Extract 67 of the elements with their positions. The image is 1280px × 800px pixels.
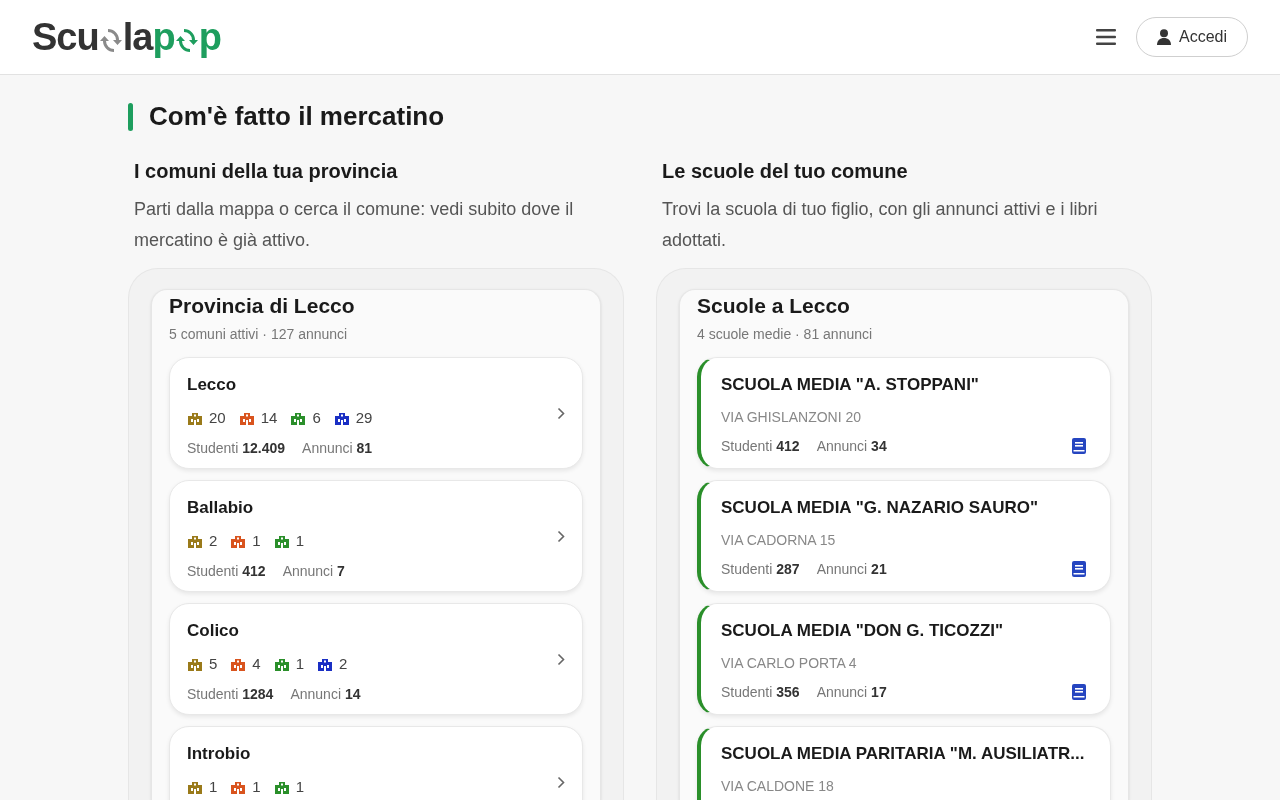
accent-bar [128, 102, 133, 131]
chevron-right-icon [557, 776, 565, 789]
panel-subtitle: 4 scuole medie · 81 annunci [697, 325, 874, 344]
students-stat: Studenti 412 [721, 436, 800, 456]
section-title: Com'è fatto il mercatino [149, 100, 445, 133]
book-icon [1072, 684, 1086, 700]
school-card[interactable]: SCUOLA MEDIA "DON G. TICOZZI" VIA CARLO PORTA 4 Studenti 356 Annunci 17 [697, 603, 1111, 715]
town-card[interactable]: Introbio 1 1 1 [169, 726, 583, 800]
panel-title: Scuole a Lecco [697, 293, 851, 319]
town-card[interactable]: Colico 5 4 1 2 Studenti 1284 Annunci 14 [169, 603, 583, 715]
town-card[interactable]: Lecco 20 14 6 29 Studenti 12.409 Annunci 81 [169, 357, 583, 469]
chevron-right-icon [557, 407, 565, 420]
logo[interactable]: Scu lap p [32, 18, 221, 56]
school-count: 1 [295, 530, 305, 551]
column-heading: Le scuole del tuo comune [661, 159, 909, 184]
town-card[interactable]: Ballabio 2 1 1 Studenti 412 Annunci 7 [169, 480, 583, 592]
school-name: SCUOLA MEDIA PARITARIA "M. AUSILIATR... [721, 743, 1086, 765]
school-count: 1 [252, 530, 261, 551]
ads-stat: Annunci 81 [302, 439, 373, 458]
user-icon [1156, 29, 1171, 45]
school-count: 6 [312, 407, 321, 428]
town-name: Colico [187, 620, 240, 642]
school-count: 14 [260, 407, 278, 428]
column-description: Parti dalla mappa o cerca il comune: vedi subito dove il mercatino è già attivo. [133, 198, 575, 252]
school-name: SCUOLA MEDIA "DON G. TICOZZI" [721, 620, 1005, 642]
school-card[interactable]: SCUOLA MEDIA "G. NAZARIO SAURO" VIA CADORNA 15 Studenti 287 Annunci 21 [697, 480, 1111, 592]
town-name: Introbio [187, 743, 252, 765]
school-address: VIA CADORNA 15 [721, 530, 837, 550]
school-count: 1 [295, 653, 305, 674]
students-stat: Studenti 1284 [187, 685, 274, 704]
school-name: SCUOLA MEDIA "G. NAZARIO SAURO" [721, 497, 1040, 519]
school-name: SCUOLA MEDIA "A. STOPPANI" [721, 374, 980, 396]
school-count: 5 [209, 653, 218, 674]
school-count: 1 [209, 776, 218, 797]
school-address: VIA CARLO PORTA 4 [721, 653, 858, 673]
students-stat: Studenti 287 [721, 559, 800, 579]
ads-stat: Annunci 7 [282, 562, 345, 581]
chevron-right-icon [557, 653, 565, 666]
students-stat: Studenti 412 [187, 562, 266, 581]
school-count: 4 [252, 653, 261, 674]
ads-stat: Annunci 21 [816, 559, 887, 579]
school-address: VIA CALDONE 18 [721, 776, 835, 796]
town-name: Ballabio [187, 497, 255, 519]
students-stat: Studenti 12.409 [187, 439, 286, 458]
ads-stat: Annunci 34 [816, 436, 887, 456]
ads-stat: Annunci 14 [290, 685, 361, 704]
column-heading: I comuni della tua provincia [133, 159, 399, 184]
school-count: 2 [209, 530, 218, 551]
chevron-right-icon [557, 530, 565, 543]
menu-icon[interactable] [1095, 29, 1116, 45]
panel-title: Provincia di Lecco [169, 293, 356, 319]
school-card[interactable]: SCUOLA MEDIA PARITARIA "M. AUSILIATR... VIA CALDONE 18 [697, 726, 1111, 800]
ads-stat: Annunci 17 [816, 682, 887, 702]
book-icon [1072, 438, 1086, 454]
login-button[interactable]: Accedi [1135, 17, 1248, 57]
school-count: 1 [295, 776, 305, 797]
school-card[interactable]: SCUOLA MEDIA "A. STOPPANI" VIA GHISLANZONI 20 Studenti 412 Annunci 34 [697, 357, 1111, 469]
school-count: 20 [209, 407, 226, 428]
school-count: 2 [339, 653, 348, 674]
column-description: Trovi la scuola di tuo figlio, con gli annunci attivi e i libri adottati. [661, 198, 1099, 252]
students-stat: Studenti 356 [721, 682, 800, 702]
school-count: 29 [355, 407, 373, 428]
book-icon [1072, 561, 1086, 577]
panel-subtitle: 5 comuni attivi · 127 annunci [169, 325, 349, 344]
town-name: Lecco [187, 374, 238, 396]
school-address: VIA GHISLANZONI 20 [721, 407, 863, 427]
school-count: 1 [252, 776, 261, 797]
